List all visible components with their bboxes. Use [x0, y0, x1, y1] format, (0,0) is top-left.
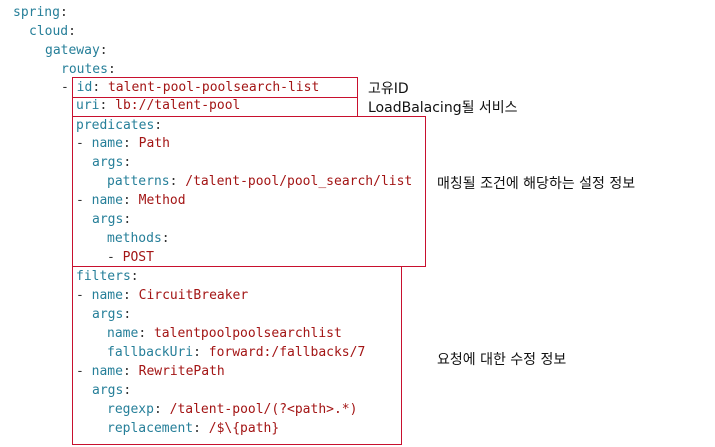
yaml-key: spring — [13, 5, 60, 20]
highlight-box-filters — [72, 266, 402, 445]
highlight-box-id — [72, 77, 358, 98]
code-line: gateway: — [45, 41, 108, 60]
yaml-key: gateway — [45, 43, 100, 58]
yaml-sep: : — [99, 43, 108, 58]
annotation-id: 고유ID — [368, 81, 409, 97]
yaml-sep: : — [59, 5, 68, 20]
highlight-box-uri — [72, 97, 358, 117]
annotation-predicates: 매칭될 조건에 해당하는 설정 정보 — [437, 176, 636, 192]
yaml-sep: : — [68, 24, 76, 39]
annotation-filters: 요청에 대한 수정 정보 — [437, 352, 567, 368]
highlight-box-predicates — [72, 116, 426, 267]
annotation-uri: LoadBalacing될 서비스 — [368, 100, 518, 116]
yaml-key: cloud — [29, 24, 69, 39]
code-line: cloud: — [29, 22, 76, 41]
yaml-sep: : — [107, 62, 116, 77]
yaml-key: routes — [61, 62, 108, 77]
code-line: spring: — [13, 3, 68, 22]
